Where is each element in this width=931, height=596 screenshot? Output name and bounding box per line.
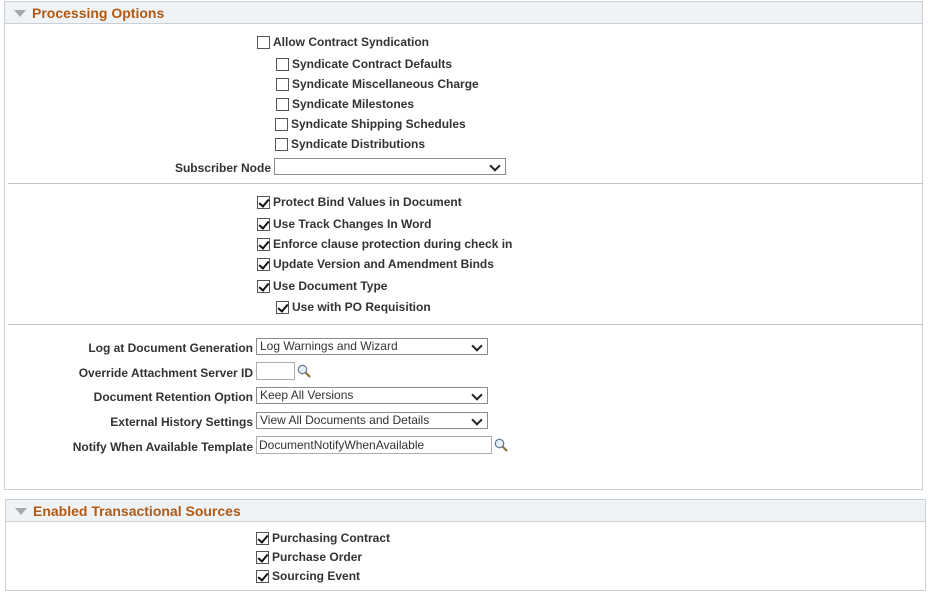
syndicate-distributions-checkbox[interactable]: Syndicate Distributions: [275, 137, 425, 151]
checkbox-label: Syndicate Contract Defaults: [292, 57, 453, 71]
checkbox-box[interactable]: [275, 137, 288, 151]
subscriber-node-label: Subscriber Node: [174, 161, 271, 175]
purchasing-contract-checkbox[interactable]: Purchasing Contract: [256, 531, 390, 545]
checkbox-label: Sourcing Event: [272, 569, 361, 583]
syndicate-milestones-checkbox[interactable]: Syndicate Milestones: [276, 97, 414, 111]
checkbox-label: Syndicate Miscellaneous Charge: [292, 77, 479, 91]
external-history-label: External History Settings: [110, 415, 253, 429]
checkbox-box[interactable]: [256, 531, 269, 545]
checkbox-label: Syndicate Milestones: [292, 97, 415, 111]
lookup-search-icon[interactable]: [297, 364, 311, 378]
select-value: View All Documents and Details: [260, 413, 430, 427]
retention-select[interactable]: Keep All Versions: [256, 387, 488, 404]
lookup-search-icon[interactable]: [494, 438, 508, 452]
subscriber-node-select[interactable]: [274, 158, 506, 175]
processing-options-header[interactable]: Processing Options: [5, 2, 922, 24]
checkbox-label: Use with PO Requisition: [292, 300, 431, 314]
notify-template-input[interactable]: DocumentNotifyWhenAvailable: [256, 436, 492, 454]
checkbox-label: Enforce clause protection during check i…: [273, 237, 513, 251]
use-with-po-requisition-checkbox[interactable]: Use with PO Requisition: [276, 300, 431, 314]
checkbox-box[interactable]: [256, 569, 269, 583]
checkbox-label: Protect Bind Values in Document: [273, 195, 462, 209]
checkbox-box[interactable]: [275, 117, 288, 131]
log-generation-label: Log at Document Generation: [88, 341, 253, 355]
log-generation-select[interactable]: Log Warnings and Wizard: [256, 338, 488, 355]
override-server-label: Override Attachment Server ID: [78, 366, 253, 380]
checkbox-box[interactable]: [256, 550, 269, 564]
collapse-triangle-icon: [14, 9, 26, 17]
external-history-select[interactable]: View All Documents and Details: [256, 412, 488, 429]
chevron-down-icon: [471, 340, 483, 352]
input-value: DocumentNotifyWhenAvailable: [259, 438, 425, 452]
select-value: Keep All Versions: [260, 388, 354, 402]
notify-template-label: Notify When Available Template: [72, 440, 253, 454]
syndicate-contract-defaults-checkbox[interactable]: Syndicate Contract Defaults: [276, 57, 452, 71]
checkbox-box[interactable]: [257, 237, 270, 251]
chevron-down-icon: [471, 389, 483, 401]
enforce-clause-protection-checkbox[interactable]: Enforce clause protection during check i…: [257, 237, 512, 251]
checkbox-label: Update Version and Amendment Binds: [273, 257, 494, 271]
checkbox-box[interactable]: [257, 35, 270, 49]
checkbox-label: Use Track Changes In Word: [273, 217, 432, 231]
chevron-down-icon: [489, 160, 501, 172]
override-server-input[interactable]: [256, 362, 295, 380]
chevron-down-icon: [471, 414, 483, 426]
checkbox-label: Use Document Type: [273, 279, 388, 293]
section-divider: [8, 324, 923, 325]
transactional-sources-header[interactable]: Enabled Transactional Sources: [6, 500, 925, 522]
processing-options-title: Processing Options: [32, 4, 165, 21]
checkbox-box[interactable]: [276, 57, 289, 71]
syndicate-misc-charge-checkbox[interactable]: Syndicate Miscellaneous Charge: [276, 77, 479, 91]
checkbox-box[interactable]: [257, 195, 270, 209]
section-divider: [8, 183, 923, 184]
collapse-triangle-icon: [15, 507, 27, 515]
transactional-sources-panel: Enabled Transactional Sources: [5, 499, 926, 591]
syndicate-shipping-schedules-checkbox[interactable]: Syndicate Shipping Schedules: [275, 117, 466, 131]
checkbox-box[interactable]: [276, 77, 289, 91]
sourcing-event-checkbox[interactable]: Sourcing Event: [256, 569, 360, 583]
purchase-order-checkbox[interactable]: Purchase Order: [256, 550, 362, 564]
checkbox-box[interactable]: [276, 97, 289, 111]
use-document-type-checkbox[interactable]: Use Document Type: [257, 279, 387, 293]
checkbox-label: Syndicate Shipping Schedules: [291, 117, 466, 131]
select-value: Log Warnings and Wizard: [260, 339, 398, 353]
protect-bind-values-checkbox[interactable]: Protect Bind Values in Document: [257, 195, 462, 209]
checkbox-label: Purchase Order: [272, 550, 363, 564]
transactional-sources-title: Enabled Transactional Sources: [33, 502, 241, 519]
use-track-changes-checkbox[interactable]: Use Track Changes In Word: [257, 217, 432, 231]
checkbox-box[interactable]: [257, 279, 270, 293]
update-version-binds-checkbox[interactable]: Update Version and Amendment Binds: [257, 257, 494, 271]
checkbox-label: Allow Contract Syndication: [273, 35, 430, 49]
checkbox-label: Syndicate Distributions: [291, 137, 426, 151]
retention-label: Document Retention Option: [93, 390, 253, 404]
checkbox-box[interactable]: [257, 257, 270, 271]
checkbox-box[interactable]: [257, 217, 270, 231]
checkbox-label: Purchasing Contract: [272, 531, 391, 545]
checkbox-box[interactable]: [276, 300, 289, 314]
allow-contract-syndication-checkbox[interactable]: Allow Contract Syndication: [257, 35, 429, 49]
